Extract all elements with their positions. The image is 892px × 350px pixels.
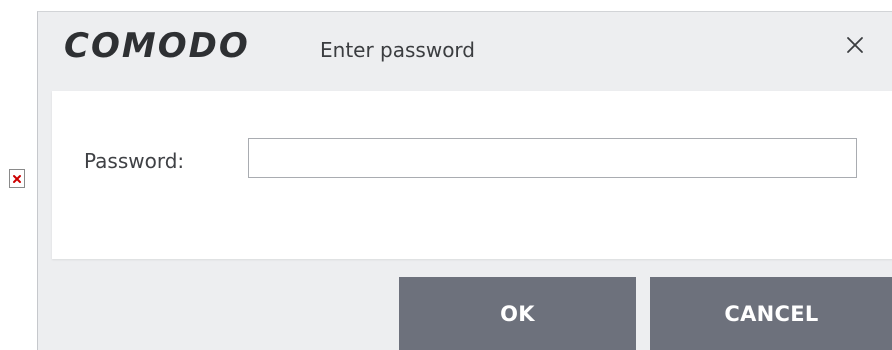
password-panel: Password: (52, 91, 892, 259)
dialog-title-bar: COMODO Enter password (38, 12, 892, 90)
close-button[interactable] (841, 31, 869, 59)
broken-image-x-mark (13, 174, 21, 183)
ok-button[interactable]: OK (399, 277, 636, 350)
close-icon (847, 37, 863, 53)
comodo-logo: COMODO (64, 26, 250, 66)
dialog-title: Enter password (320, 38, 475, 62)
broken-image-icon (9, 169, 25, 188)
cancel-button[interactable]: CANCEL (650, 277, 892, 350)
password-input[interactable] (248, 138, 857, 178)
password-label: Password: (84, 149, 185, 173)
enter-password-dialog: COMODO Enter password Password: OK CANCE… (37, 11, 892, 350)
